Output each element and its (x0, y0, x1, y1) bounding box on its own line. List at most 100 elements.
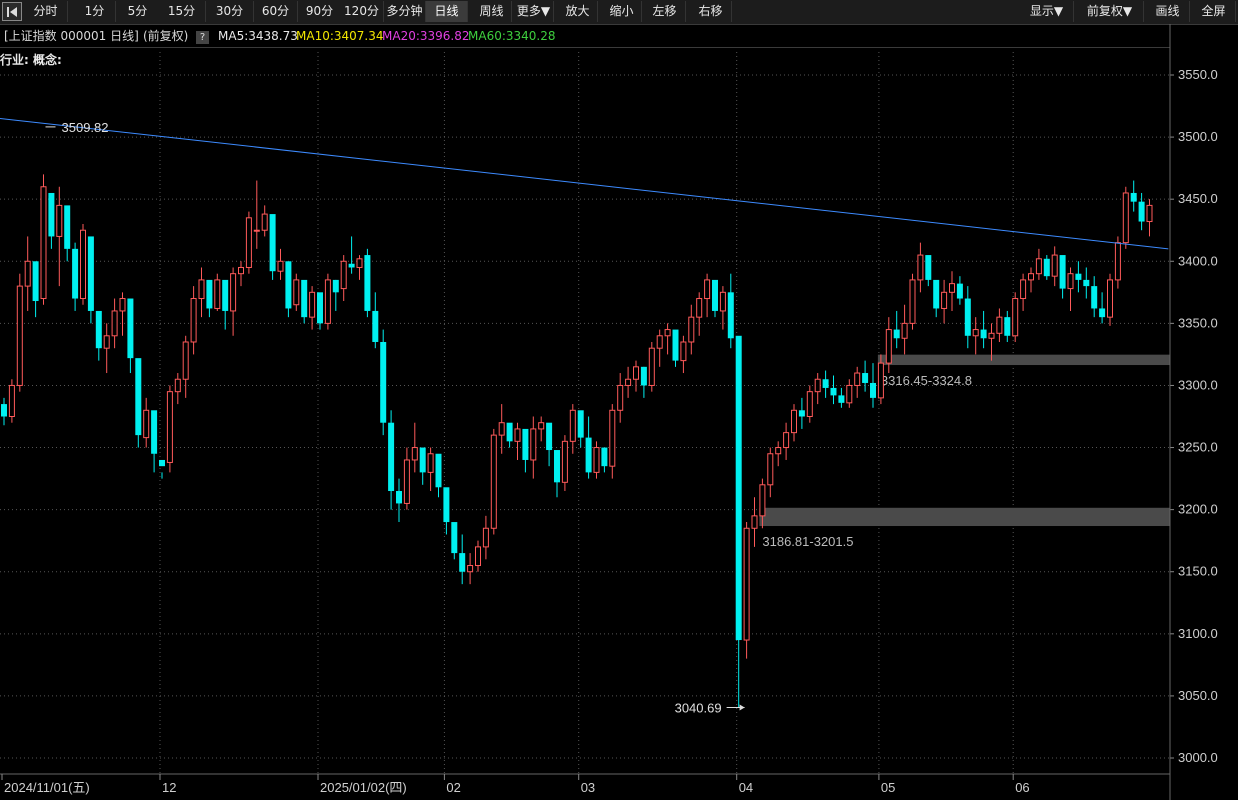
candle-body-down (964, 298, 971, 336)
candle-body-up (253, 229, 260, 232)
candle-body-up (143, 409, 150, 439)
candle-body-up (403, 459, 410, 504)
candle-body-up (261, 213, 268, 231)
candle-body-down (332, 279, 339, 293)
candle-body-down (443, 487, 450, 523)
period-1min-button[interactable]: 1分 (74, 1, 116, 22)
candle-body-up (198, 279, 205, 300)
candle-body-down (554, 450, 560, 483)
x-tick-label: 12 (162, 780, 176, 795)
candle-body-up (103, 335, 110, 349)
candle-body-up (467, 565, 474, 573)
candle-body-up (111, 310, 118, 337)
candle-body-down (348, 263, 355, 268)
index-title: [上证指数 000001 日线] (4, 29, 139, 43)
candle-body-down (577, 410, 584, 438)
candle-body-down (1059, 255, 1066, 289)
high-value-label: 3509.82 (62, 120, 109, 135)
play-back-icon[interactable] (2, 2, 22, 21)
candle-body-down (32, 261, 39, 302)
period-15min-button[interactable]: 15分 (158, 1, 206, 22)
candle-body-up (569, 409, 576, 442)
more-dropdown-button[interactable]: 更多▼ (514, 1, 554, 22)
y-tick-label: 3050.0 (1178, 688, 1218, 703)
candle-body-down (838, 395, 845, 403)
help-button[interactable]: ? (196, 25, 209, 47)
candle-body-up (309, 291, 316, 318)
candle-body-down (712, 279, 718, 311)
candle-body-down (830, 387, 837, 396)
x-tick-label: 2025/01/02(四) (320, 780, 407, 795)
candle-body-down (135, 358, 142, 436)
resistance-trendline (0, 117, 1169, 250)
period-60min-button[interactable]: 60分 (254, 1, 298, 22)
candle-body-up (40, 186, 47, 300)
candle-body-down (301, 279, 308, 318)
move-right-button[interactable]: 右移 (690, 1, 732, 22)
candle-body-up (814, 378, 821, 393)
candle-body-up (514, 428, 521, 442)
zoom-in-button[interactable]: 放大 (558, 1, 598, 22)
ma60-value: MA60:3340.28 (468, 29, 556, 43)
candle-body-up (1146, 204, 1153, 223)
period-timeshare-button[interactable]: 分时 (24, 1, 68, 22)
candle-body-up (656, 335, 663, 349)
candle-body-down (585, 437, 592, 473)
period-30min-button[interactable]: 30分 (206, 1, 254, 22)
gap-band-label: 3316.45-3324.8 (881, 373, 972, 388)
y-tick-label: 3550.0 (1178, 67, 1218, 82)
candle-body-down (601, 447, 608, 467)
period-5min-button[interactable]: 5分 (116, 1, 160, 22)
ma10-value: MA10:3407.34 (296, 29, 384, 43)
candle-body-up (775, 447, 782, 455)
adjust-dropdown-button[interactable]: 前复权▼ (1076, 1, 1144, 22)
x-tick-label: 2024/11/01(五) (4, 780, 90, 795)
candle-body-up (806, 391, 813, 417)
candle-body-up (1020, 279, 1027, 300)
candle-body-down (1004, 317, 1011, 336)
candle-body-up (16, 285, 23, 386)
candle-body-up (783, 432, 790, 449)
candle-body-up (593, 447, 600, 473)
candle-body-up (490, 434, 497, 529)
candlestick-chart[interactable]: 3550.0 3500.0 3450.0 3400.0 3350.0 3300.0 3250… (0, 0, 1238, 800)
candle-body-up (293, 279, 300, 306)
gap-band-label: 3186.81-3201.5 (762, 534, 853, 549)
candle-body-up (530, 428, 537, 461)
period-daily-button[interactable]: 日线 (426, 1, 468, 22)
candle-body-down (317, 292, 323, 324)
candle-body-up (909, 279, 916, 324)
period-90min-button[interactable]: 90分 (298, 1, 342, 22)
candle-body-up (1067, 273, 1074, 290)
candle-body-up (475, 546, 481, 567)
period-multimin-button[interactable]: 多分钟 (384, 1, 426, 22)
candle-body-down (956, 283, 963, 299)
candle-body-up (941, 291, 948, 309)
draw-line-button[interactable]: 画线 (1146, 1, 1190, 22)
candle-body-up (166, 391, 173, 463)
display-dropdown-button[interactable]: 显示▼ (1020, 1, 1074, 22)
y-tick-label: 3200.0 (1178, 502, 1218, 517)
move-left-button[interactable]: 左移 (644, 1, 686, 22)
fullscreen-button[interactable]: 全屏 (1192, 1, 1236, 22)
candle-body-down (159, 459, 165, 467)
candle-body-down (1083, 279, 1090, 287)
candle-body-down (980, 329, 987, 339)
period-120min-button[interactable]: 120分 (340, 1, 384, 22)
candle-body-up (245, 217, 252, 268)
candle-body-down (1075, 273, 1082, 280)
candle-body-up (680, 341, 687, 362)
y-tick-label: 3350.0 (1178, 315, 1218, 330)
candle-body-down (87, 236, 94, 311)
period-weekly-button[interactable]: 周线 (472, 1, 512, 22)
zoom-out-button[interactable]: 缩小 (602, 1, 642, 22)
x-tick-label: 04 (739, 780, 753, 795)
low-value-label: 3040.69 (675, 700, 722, 715)
x-tick-label: 05 (881, 780, 895, 795)
candle-body-down (798, 410, 805, 417)
candle-body-up (56, 204, 63, 237)
candle-body-up (877, 362, 884, 399)
candle-body-down (506, 422, 513, 442)
candle-body-up (625, 378, 632, 386)
adjust-label: (前复权) (143, 29, 189, 43)
